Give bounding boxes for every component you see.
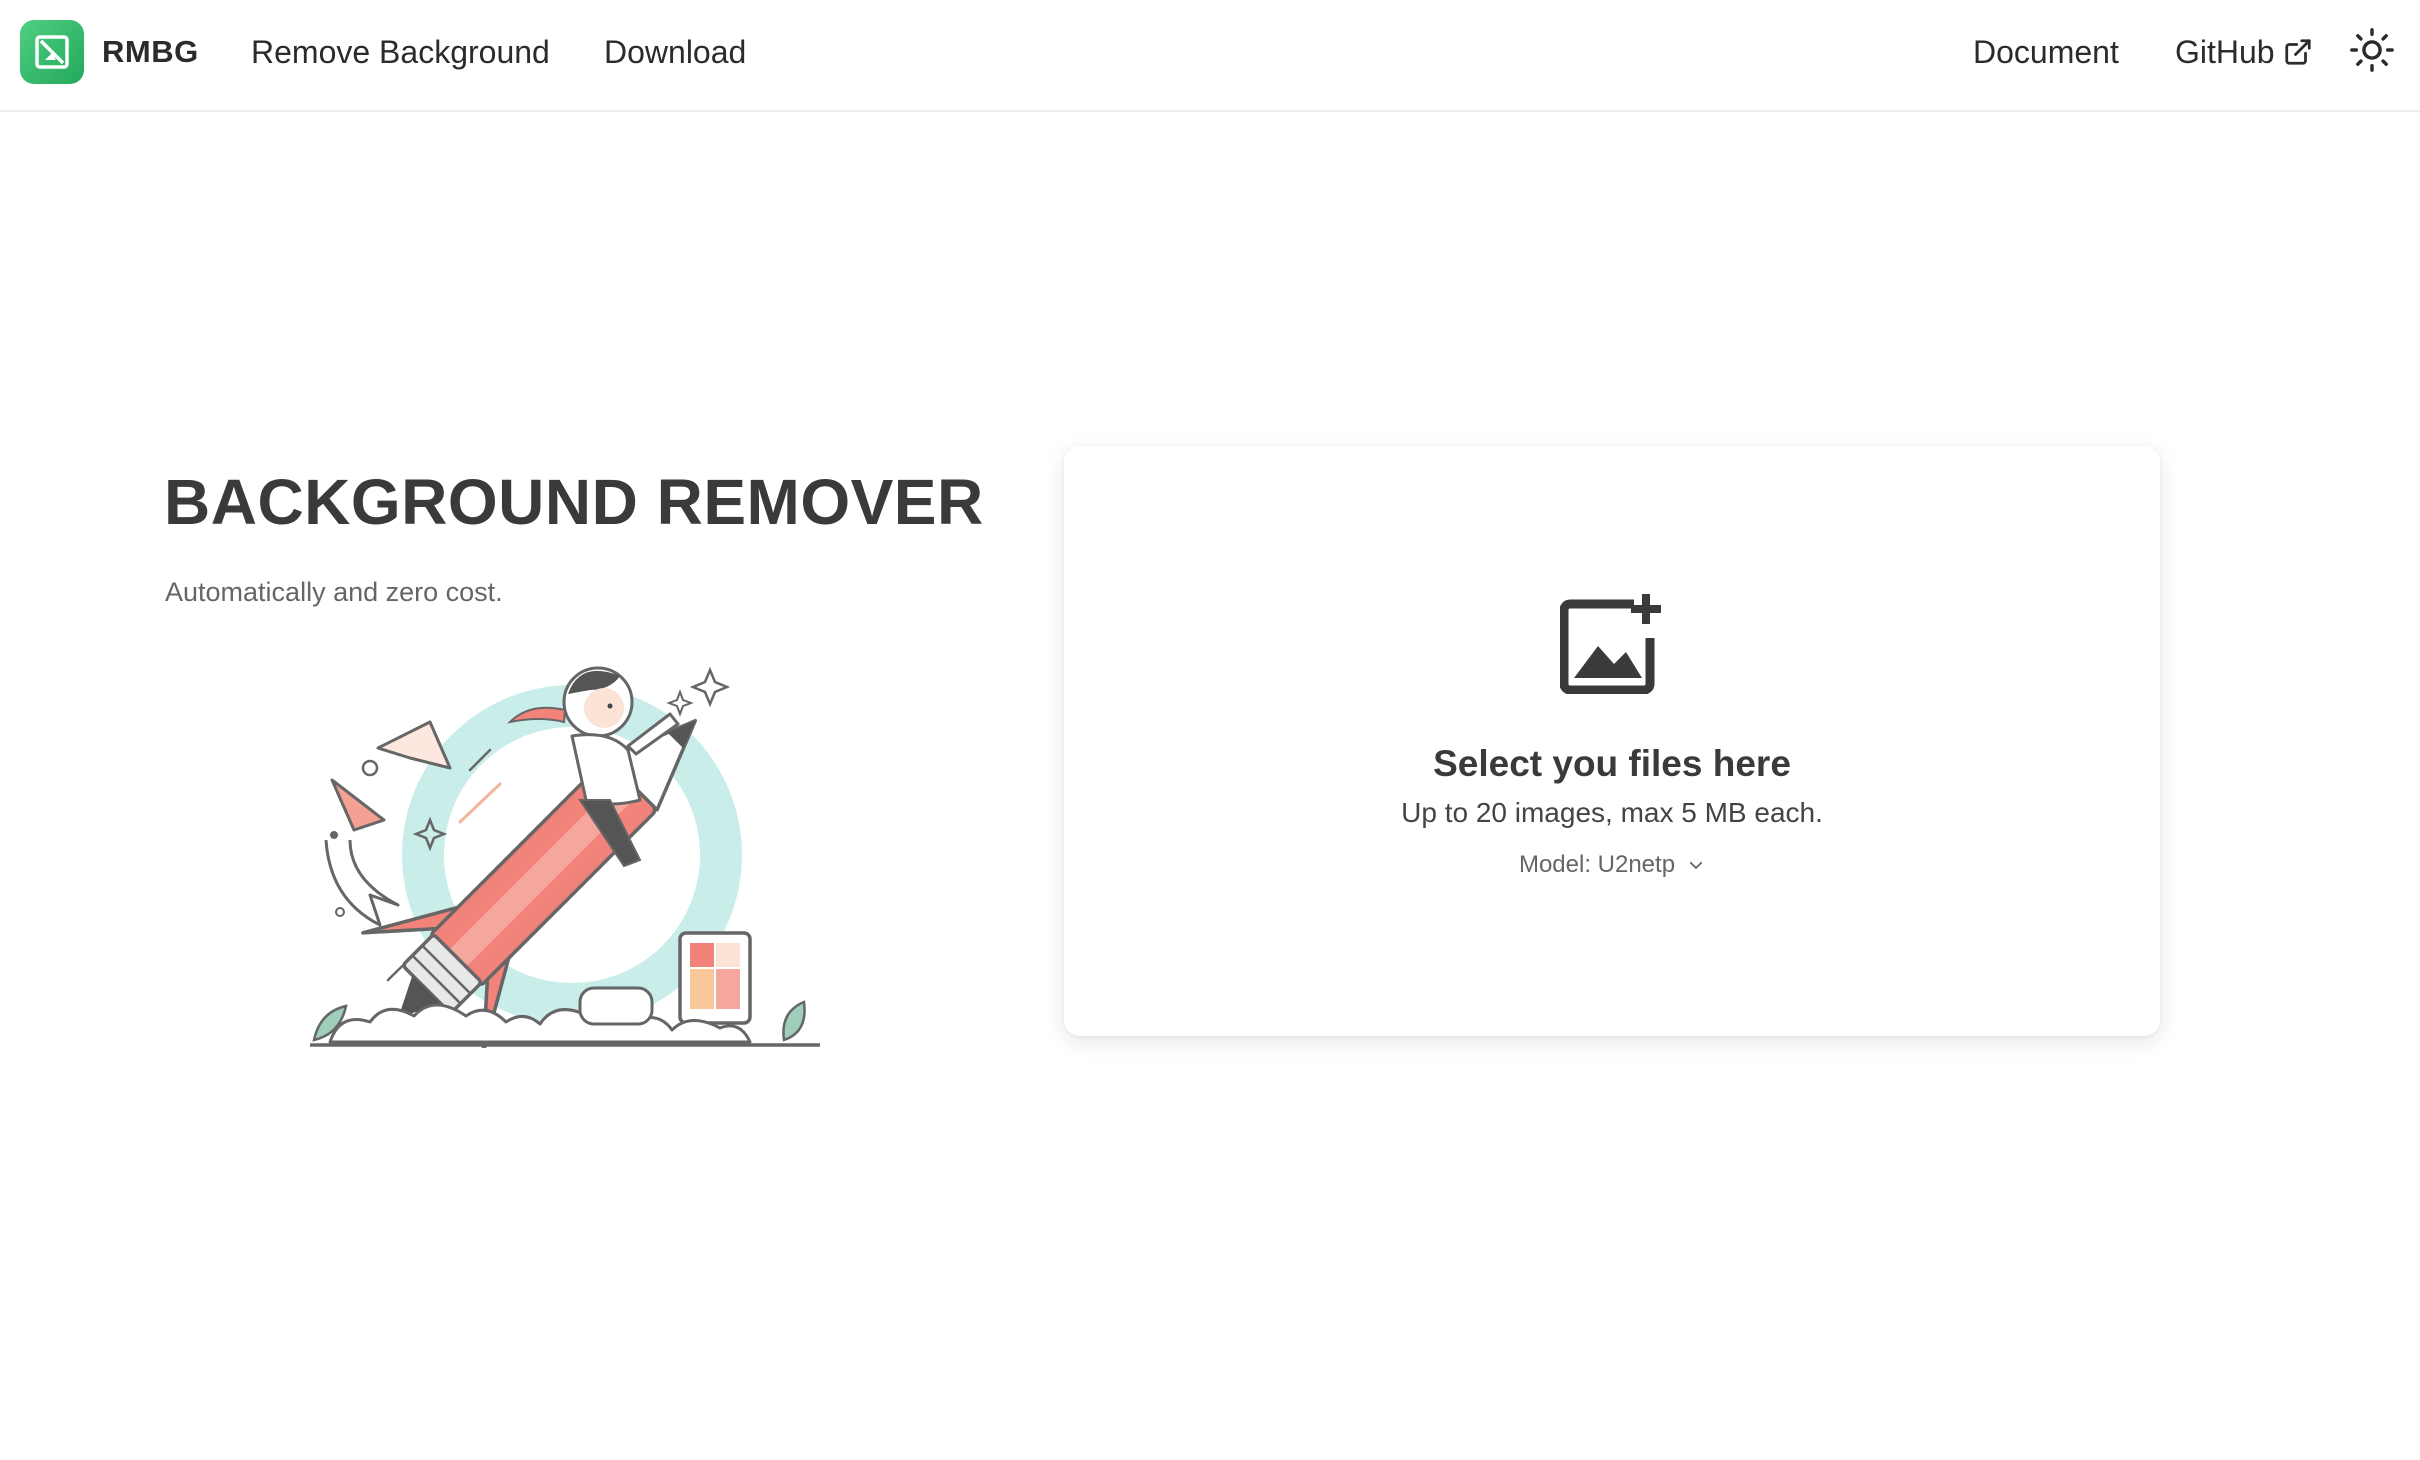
image-add-icon [1559, 590, 1664, 695]
file-upload-dropzone[interactable]: Select you files here Up to 20 images, m… [1064, 446, 2160, 1036]
upload-limits-hint: Up to 20 images, max 5 MB each. [1401, 797, 1823, 828]
model-select-dropdown[interactable]: Model: U2netp [1064, 848, 2160, 882]
hero-title: BACKGROUND REMOVER [164, 466, 984, 538]
nav-github-label: GitHub [2175, 34, 2275, 70]
rocket-pencil-illustration [308, 650, 822, 1055]
nav-download[interactable]: Download [604, 30, 746, 74]
upload-title: Select you files here [1433, 743, 1791, 784]
brand-home-link[interactable]: RMBG [20, 20, 199, 84]
nav-remove-background[interactable]: Remove Background [251, 30, 550, 74]
hero-subtitle: Automatically and zero cost. [165, 577, 503, 607]
nav-github[interactable]: GitHub [2175, 30, 2313, 74]
nav-document[interactable]: Document [1973, 30, 2119, 74]
chevron-down-icon [1687, 856, 1705, 874]
top-navigation-bar: RMBG Remove Background Download Document… [0, 0, 2420, 112]
external-link-icon [2283, 37, 2313, 67]
sun-icon [2349, 27, 2395, 78]
brand-name: RMBG [102, 34, 199, 69]
theme-toggle-button[interactable] [2348, 27, 2396, 78]
rmbg-logo-icon [20, 20, 84, 84]
model-select-label: Model: U2netp [1518, 851, 1676, 878]
